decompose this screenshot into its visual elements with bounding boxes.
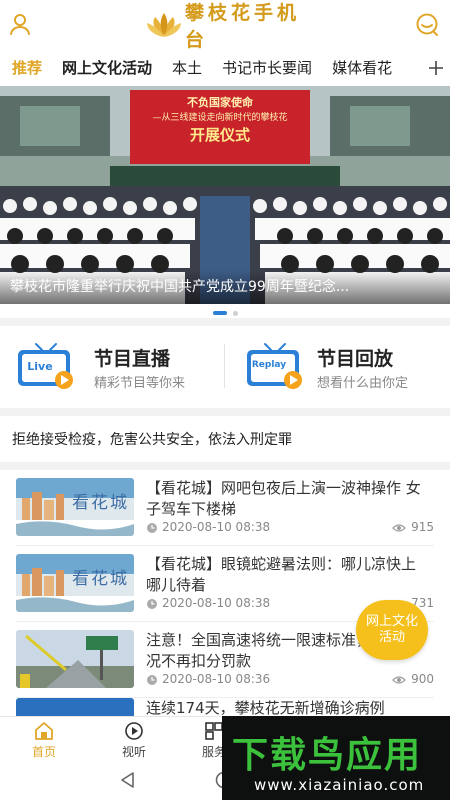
play-circle-icon bbox=[125, 722, 143, 740]
chat-bubble-icon[interactable] bbox=[414, 12, 440, 38]
live-program-title: 节目直播 bbox=[94, 348, 171, 370]
clock-icon bbox=[147, 523, 157, 533]
stage-text-2: —从三线建设走向新时代的攀枝花 bbox=[152, 113, 288, 123]
replay-icon-label: Replay bbox=[251, 360, 287, 370]
eye-icon bbox=[392, 676, 406, 684]
watermark-url: www.xiazainiao.com bbox=[254, 776, 425, 794]
stage-text-3: 开展仪式 bbox=[189, 126, 250, 144]
carousel-dot[interactable] bbox=[232, 310, 238, 316]
live-program-entry[interactable]: Live 节目直播 精彩节目等你来 bbox=[0, 328, 225, 404]
live-program-subtitle: 精彩节目等你来 bbox=[94, 376, 186, 391]
grid-icon bbox=[205, 722, 223, 740]
banner-caption: 攀枝花市隆重举行庆祝中国共产党成立99周年暨纪念... bbox=[0, 270, 450, 304]
stage-text-1: 不负国家使命 bbox=[187, 96, 253, 109]
tab-recommend[interactable]: 推荐 bbox=[0, 50, 52, 86]
nav-home-label: 首页 bbox=[31, 745, 56, 759]
watermark-main-text: 下载鸟应用 bbox=[232, 735, 423, 776]
carousel-dot-active[interactable] bbox=[212, 311, 227, 315]
app-logo: 攀枝花手机台 bbox=[145, 2, 315, 51]
news-thumbnail bbox=[16, 698, 134, 716]
tab-local[interactable]: 本土 bbox=[162, 50, 212, 86]
news-views: 900 bbox=[411, 672, 434, 686]
carousel-indicator bbox=[0, 308, 450, 318]
clock-icon bbox=[147, 599, 157, 609]
replay-program-entry[interactable]: Replay 节目回放 想看什么由你定 bbox=[225, 328, 450, 404]
float-button-line-2: 活动 bbox=[378, 630, 405, 645]
section-divider bbox=[0, 408, 450, 416]
home-icon bbox=[35, 722, 53, 740]
back-triangle-icon[interactable] bbox=[118, 770, 138, 790]
tab-leader-news[interactable]: 书记市长要闻 bbox=[212, 50, 322, 86]
float-button-line-1: 网上文化 bbox=[365, 614, 418, 629]
plus-icon bbox=[429, 61, 443, 75]
thumbnail-caption: 看花城 bbox=[72, 569, 129, 589]
replay-program-title: 节目回放 bbox=[317, 348, 394, 370]
clock-icon bbox=[147, 675, 157, 685]
news-time: 2020-08-10 08:36 bbox=[162, 672, 271, 686]
program-entries: Live 节目直播 精彩节目等你来 Replay 节目回放 想看什么由你定 bbox=[0, 328, 450, 404]
news-thumbnail bbox=[16, 630, 134, 688]
user-icon[interactable] bbox=[8, 12, 32, 36]
tab-media[interactable]: 媒体看花 bbox=[322, 50, 402, 86]
banner-carousel[interactable]: 不负国家使命 —从三线建设走向新时代的攀枝花 开展仪式 攀枝花市隆重举行庆祝中国… bbox=[0, 86, 450, 304]
thumbnail-caption: 看花城 bbox=[72, 493, 129, 513]
app-header: 攀枝花手机台 bbox=[0, 0, 450, 51]
nav-media-label: 视听 bbox=[121, 745, 146, 759]
replay-program-subtitle: 想看什么由你定 bbox=[317, 376, 409, 391]
online-culture-float-button[interactable]: 网上文化 活动 bbox=[356, 600, 428, 660]
news-meta: 2020-08-10 08:38 915 bbox=[146, 520, 434, 536]
news-item[interactable]: 看花城 【看花城】网吧包夜后上演一波神操作 女子驾车下楼梯 2020-08-10… bbox=[0, 470, 450, 546]
tab-online-culture[interactable]: 网上文化活动 bbox=[52, 50, 162, 86]
watermark-overlay: 下载鸟应用 www.xiazainiao.com bbox=[222, 716, 450, 800]
section-divider bbox=[0, 462, 450, 470]
news-time: 2020-08-10 08:38 bbox=[162, 520, 271, 534]
news-views: 915 bbox=[411, 520, 434, 534]
category-tabs: 推荐 网上文化活动 本土 书记市长要闻 媒体看花 bbox=[0, 50, 450, 86]
logo-text: 攀枝花手机台 bbox=[185, 2, 301, 51]
eye-icon bbox=[392, 524, 406, 532]
nav-media[interactable]: 视听 bbox=[104, 721, 164, 760]
news-meta: 2020-08-10 08:36 900 bbox=[146, 672, 434, 688]
tabs-more-button[interactable] bbox=[422, 50, 450, 86]
news-title: 连续174天，攀枝花无新增确诊病例 bbox=[146, 699, 385, 716]
news-title: 【看花城】网吧包夜后上演一波神操作 女子驾车下楼梯 bbox=[146, 479, 421, 518]
nav-home[interactable]: 首页 bbox=[14, 721, 74, 760]
news-time: 2020-08-10 08:38 bbox=[162, 596, 271, 610]
flower-logo-icon bbox=[147, 13, 181, 37]
section-divider bbox=[0, 318, 450, 326]
live-icon-label: Live bbox=[27, 360, 53, 373]
notice-banner[interactable]: 拒绝接受检疫，危害公共安全，依法入刑定罪 bbox=[0, 420, 450, 460]
news-item[interactable]: 连续174天，攀枝花无新增确诊病例 bbox=[0, 690, 450, 716]
news-title: 【看花城】眼镜蛇避暑法则：哪儿凉快上哪儿待着 bbox=[146, 555, 417, 594]
